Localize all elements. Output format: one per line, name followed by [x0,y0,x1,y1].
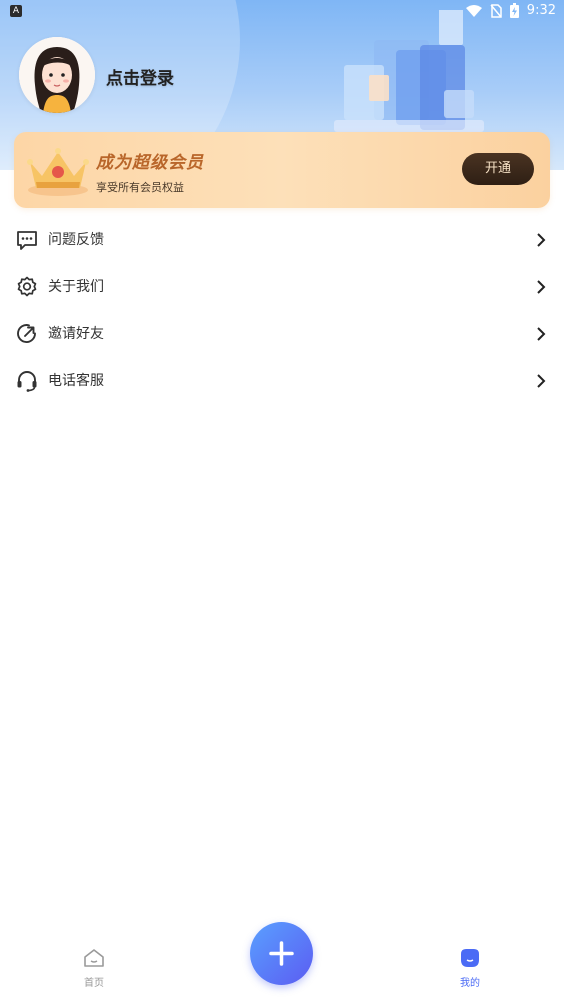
menu-item-about[interactable]: 关于我们 [0,263,564,310]
tab-mine[interactable]: 我的 [450,948,490,989]
settings-menu: 问题反馈 关于我们 邀请好友 电话客服 [0,216,564,404]
add-button[interactable] [250,922,313,985]
vip-card[interactable]: 成为超级会员 享受所有会员权益 开通 [14,132,550,208]
feedback-chat-icon [17,231,37,250]
share-arrow-icon [17,324,36,343]
tab-home[interactable]: 首页 [74,948,114,989]
login-link[interactable]: 点击登录 [106,64,174,89]
avatar[interactable] [19,37,95,113]
vip-title: 成为超级会员 [96,153,204,173]
tab-mine-label: 我的 [460,978,480,989]
tab-home-label: 首页 [84,978,104,989]
vip-activate-button[interactable]: 开通 [462,153,534,185]
avatar-girl-icon [19,37,95,113]
chevron-right-icon [537,327,546,341]
menu-item-label: 关于我们 [48,279,104,295]
chevron-right-icon [537,280,546,294]
battery-icon [509,3,519,18]
bottom-navigation: 首页 我的 [0,920,564,1002]
chevron-right-icon [537,374,546,388]
gear-icon [17,276,37,297]
status-time: 9:32 [526,3,556,18]
menu-item-label: 电话客服 [48,373,104,389]
crown-icon [27,148,89,196]
notification-a-icon: A [10,5,22,17]
plus-icon [269,941,294,966]
wifi-icon [465,4,482,17]
menu-item-label: 邀请好友 [48,326,104,342]
home-icon [84,949,104,967]
no-sim-icon [490,3,502,18]
menu-item-label: 问题反馈 [48,232,104,248]
headset-icon [17,371,37,392]
menu-item-invite[interactable]: 邀请好友 [0,310,564,357]
chevron-right-icon [537,233,546,247]
menu-item-customer-service[interactable]: 电话客服 [0,357,564,404]
status-bar: A 9:32 [0,0,564,24]
menu-item-feedback[interactable]: 问题反馈 [0,216,564,263]
vip-subtitle: 享受所有会员权益 [96,181,184,194]
profile-face-icon [461,949,479,967]
